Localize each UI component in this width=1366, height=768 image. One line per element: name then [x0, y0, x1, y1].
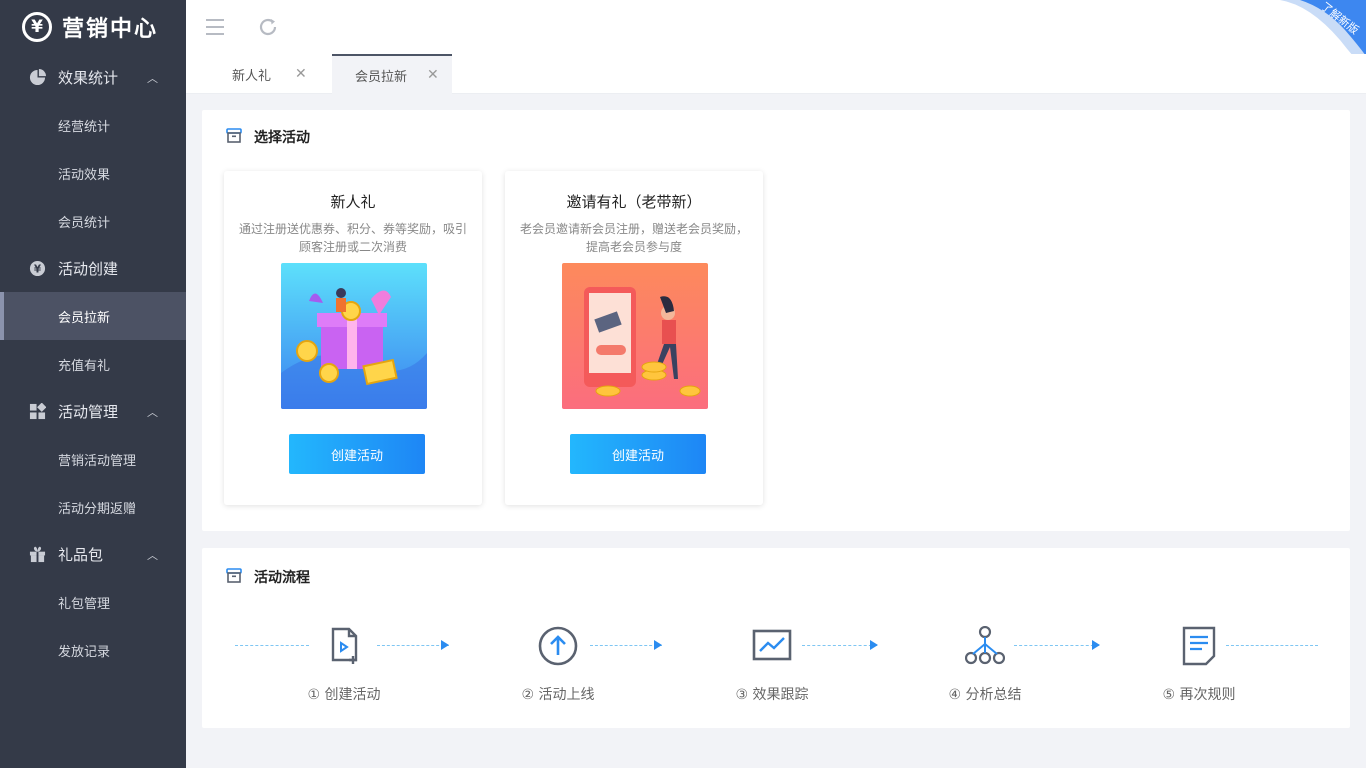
chevron-up-icon: ︿: [147, 549, 158, 562]
menu-icon[interactable]: [204, 16, 226, 38]
flow-step: ② 活动上线: [498, 626, 618, 704]
card-description: 老会员邀请新会员注册，赠送老会员奖励，提高老会员参与度: [519, 222, 748, 254]
activity-card-new-member: 新人礼 通过注册送优惠券、积分、券等奖励，吸引顾客注册或二次消费 创建活动: [224, 171, 482, 505]
arrow-right-icon: [441, 640, 449, 650]
svg-text:¥: ¥: [33, 263, 41, 275]
flow-step-label: ④ 分析总结: [948, 687, 1022, 703]
file-add-icon: [324, 626, 364, 666]
yen-logo-icon: ¥: [22, 12, 52, 42]
sidebar-group-label: 活动管理: [58, 403, 119, 421]
flow-step: ③ 效果跟踪: [712, 626, 832, 704]
sidebar-group-label: 活动创建: [58, 260, 119, 278]
sidebar-item-distribution-records[interactable]: 发放记录: [0, 626, 186, 674]
activity-flow-panel: 活动流程 ① 创建活动 ② 活动上线 ③ 效果跟踪 ④ 分析总结 ⑤ 再次规则: [202, 548, 1350, 728]
panel-title: 选择活动: [226, 127, 310, 147]
sidebar: ¥ 营销中心 效果统计 ︿ 经营统计 活动效果 会员统计 ¥ 活动创建 会员拉新…: [0, 0, 186, 768]
logo[interactable]: ¥ 营销中心: [0, 0, 186, 54]
panel-title-text: 选择活动: [254, 130, 310, 146]
arrow-right-icon: [654, 640, 662, 650]
sidebar-item-gift-management[interactable]: 礼包管理: [0, 578, 186, 626]
tab-member-acquisition[interactable]: 会员拉新 ✕: [332, 54, 452, 94]
card-title: 新人礼: [330, 193, 376, 211]
sidebar-item-activity-effect[interactable]: 活动效果: [0, 149, 186, 197]
tab-label: 新人礼: [232, 68, 272, 84]
box-icon: [226, 567, 242, 587]
flow-step: ① 创建活动: [284, 626, 404, 704]
refresh-icon[interactable]: [257, 16, 279, 38]
flow-step-label: ② 活动上线: [521, 687, 595, 703]
sidebar-group-manage[interactable]: 活动管理 ︿: [0, 388, 186, 435]
sidebar-group-create[interactable]: ¥ 活动创建: [0, 245, 186, 292]
sidebar-item-member-stats[interactable]: 会员统计: [0, 197, 186, 245]
pie-chart-icon: [28, 69, 46, 87]
card-description: 通过注册送优惠券、积分、券等奖励，吸引顾客注册或二次消费: [238, 222, 467, 254]
sidebar-item-installment-rebate[interactable]: 活动分期返赠: [0, 483, 186, 531]
flow-step-label: ③ 效果跟踪: [735, 687, 809, 703]
arrow-right-icon: [870, 640, 878, 650]
flow-step: ⑤ 再次规则: [1139, 626, 1259, 704]
tab-label: 会员拉新: [355, 69, 408, 85]
chevron-up-icon: ︿: [147, 72, 158, 85]
trend-chart-icon: [752, 626, 792, 666]
card-title: 邀请有礼（老带新）: [566, 193, 702, 211]
panel-title-text: 活动流程: [254, 570, 310, 586]
network-icon: [964, 625, 1006, 666]
tab-new-member-gift[interactable]: 新人礼 ✕: [202, 54, 332, 94]
sidebar-group-label: 礼品包: [58, 546, 104, 564]
close-icon[interactable]: ✕: [295, 66, 307, 82]
create-activity-button[interactable]: 创建活动: [289, 434, 425, 474]
sidebar-group-gift[interactable]: 礼品包 ︿: [0, 531, 186, 578]
gift-box-illustration: [281, 263, 427, 409]
close-icon[interactable]: ✕: [427, 67, 439, 83]
flow-step-label: ⑤ 再次规则: [1162, 687, 1236, 703]
create-activity-button[interactable]: 创建活动: [570, 434, 706, 474]
sidebar-item-business-stats[interactable]: 经营统计: [0, 101, 186, 149]
upload-circle-icon: [538, 626, 578, 666]
tab-bar: 新人礼 ✕ 会员拉新 ✕: [186, 54, 1366, 94]
activity-card-invite: 邀请有礼（老带新） 老会员邀请新会员注册，赠送老会员奖励，提高老会员参与度 创建…: [505, 171, 763, 505]
panel-title: 活动流程: [226, 567, 310, 587]
flow-step: ④ 分析总结: [925, 625, 1045, 704]
gift-icon: [28, 546, 46, 564]
sidebar-item-member-acquisition[interactable]: 会员拉新: [0, 292, 186, 340]
select-activity-panel: 选择活动 新人礼 通过注册送优惠券、积分、券等奖励，吸引顾客注册或二次消费 创建…: [202, 110, 1350, 531]
sidebar-item-campaign-management[interactable]: 营销活动管理: [0, 435, 186, 483]
grid-icon: [28, 403, 46, 421]
yen-circle-icon: ¥: [28, 260, 46, 278]
box-icon: [226, 127, 242, 147]
app-title: 营销中心: [62, 17, 159, 42]
sidebar-group-label: 效果统计: [58, 69, 119, 87]
arrow-right-icon: [1092, 640, 1100, 650]
flow-step-label: ① 创建活动: [307, 687, 381, 703]
invite-illustration: [562, 263, 708, 409]
document-icon: [1179, 626, 1219, 666]
chevron-up-icon: ︿: [147, 406, 158, 419]
sidebar-group-stats[interactable]: 效果统计 ︿: [0, 54, 186, 101]
sidebar-item-recharge-gift[interactable]: 充值有礼: [0, 340, 186, 388]
topbar: 了解新版: [186, 0, 1366, 70]
